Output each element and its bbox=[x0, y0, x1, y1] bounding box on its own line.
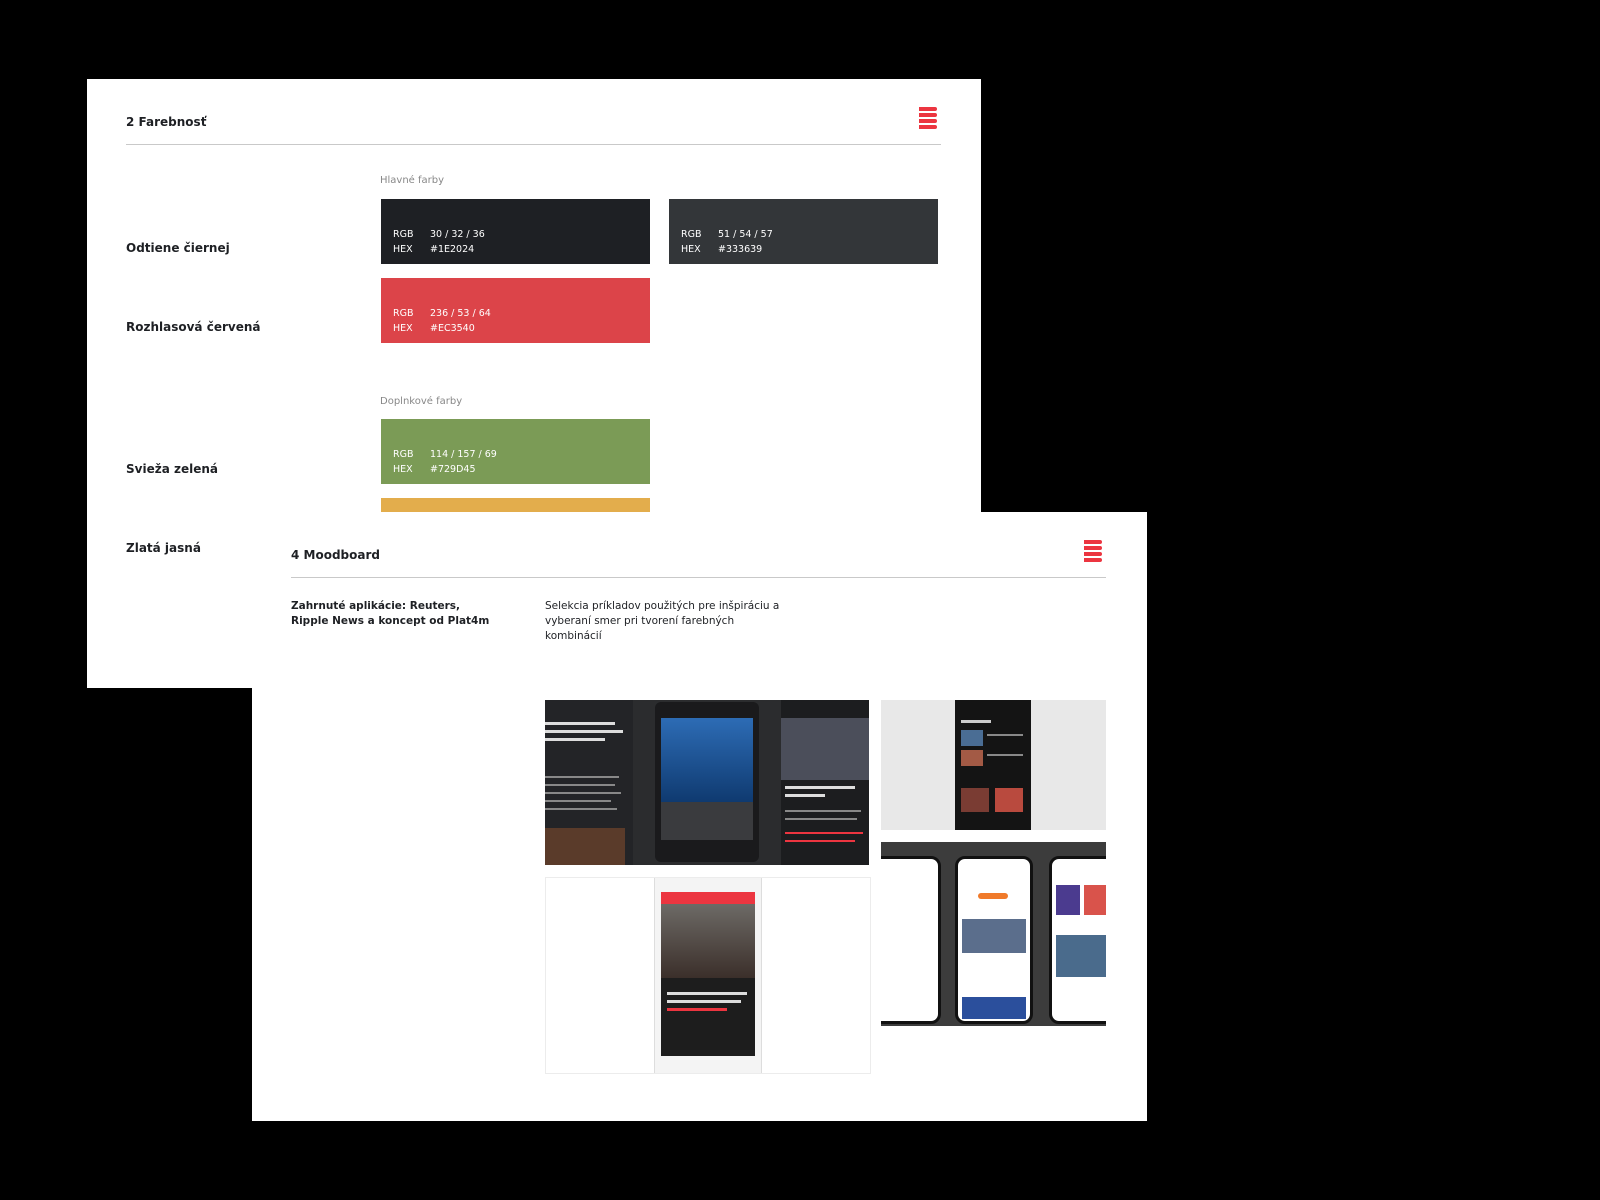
phone-mockup bbox=[654, 878, 762, 1073]
rgb-key: RGB bbox=[393, 229, 414, 240]
phone-mockup bbox=[1049, 856, 1106, 1024]
divider bbox=[126, 144, 941, 145]
row-label-red: Rozhlasová červená bbox=[126, 320, 261, 334]
moodboard-image-plat4m bbox=[545, 877, 871, 1074]
moodboard-image-ripple-trending bbox=[881, 700, 1106, 830]
color-swatch-green: RGB 114 / 157 / 69 HEX #729D45 bbox=[381, 419, 650, 484]
apps-description: Zahrnuté aplikácie: Reuters, Ripple News… bbox=[291, 600, 490, 627]
news-photo bbox=[962, 997, 1026, 1019]
hex-key: HEX bbox=[681, 244, 701, 255]
hex-value: #729D45 bbox=[430, 464, 476, 475]
selection-description: Selekcia príkladov použitých pre inšpirá… bbox=[545, 600, 780, 642]
section-label-extra: Doplnkové farby bbox=[380, 396, 463, 407]
logo-icon bbox=[919, 107, 937, 131]
logo-icon bbox=[1084, 540, 1102, 564]
phone-mockup bbox=[955, 856, 1033, 1024]
caption-card bbox=[661, 802, 753, 840]
row-label-gold: Zlatá jasná bbox=[126, 541, 201, 555]
page-title: 4 Moodboard bbox=[291, 548, 380, 562]
hex-key: HEX bbox=[393, 323, 413, 334]
moodboard-image-ripple-phones bbox=[881, 842, 1106, 1026]
phone-mockup bbox=[881, 856, 941, 1024]
row-label-green: Svieža zelená bbox=[126, 462, 218, 476]
app-header bbox=[661, 892, 755, 904]
divider bbox=[291, 577, 1106, 578]
news-photo bbox=[781, 718, 869, 780]
moodboard-image-reuters bbox=[545, 700, 869, 865]
color-swatch-red: RGB 236 / 53 / 64 HEX #EC3540 bbox=[381, 278, 650, 343]
news-photo bbox=[962, 919, 1026, 953]
hex-value: #1E2024 bbox=[430, 244, 475, 255]
section-label-main: Hlavné farby bbox=[380, 175, 445, 186]
ocean-photo bbox=[661, 718, 753, 802]
page-title: 2 Farebnosť bbox=[126, 115, 207, 129]
row-label-black: Odtiene čiernej bbox=[126, 241, 230, 255]
rgb-value: 51 / 54 / 57 bbox=[718, 229, 773, 240]
rgb-key: RGB bbox=[393, 449, 414, 460]
phone-mockup bbox=[655, 702, 759, 862]
world-pill bbox=[978, 893, 1008, 899]
hex-key: HEX bbox=[393, 464, 413, 475]
rgb-key: RGB bbox=[393, 308, 414, 319]
car-photo bbox=[661, 904, 755, 978]
rgb-value: 236 / 53 / 64 bbox=[430, 308, 491, 319]
phone-mockup bbox=[955, 700, 1031, 830]
hex-value: #333639 bbox=[718, 244, 763, 255]
article-card bbox=[661, 978, 755, 1056]
color-swatch-black: RGB 30 / 32 / 36 HEX #1E2024 bbox=[381, 199, 650, 264]
hex-key: HEX bbox=[393, 244, 413, 255]
article-panel bbox=[781, 700, 869, 865]
rgb-key: RGB bbox=[681, 229, 702, 240]
portrait-photo bbox=[545, 828, 625, 865]
rgb-value: 114 / 157 / 69 bbox=[430, 449, 497, 460]
hex-value: #EC3540 bbox=[430, 323, 475, 334]
color-swatch-dark-gray: RGB 51 / 54 / 57 HEX #333639 bbox=[669, 199, 938, 264]
rgb-value: 30 / 32 / 36 bbox=[430, 229, 485, 240]
article-panel bbox=[545, 700, 633, 865]
moodboard-sheet: 4 Moodboard Zahrnuté aplikácie: Reuters,… bbox=[252, 512, 1147, 1121]
